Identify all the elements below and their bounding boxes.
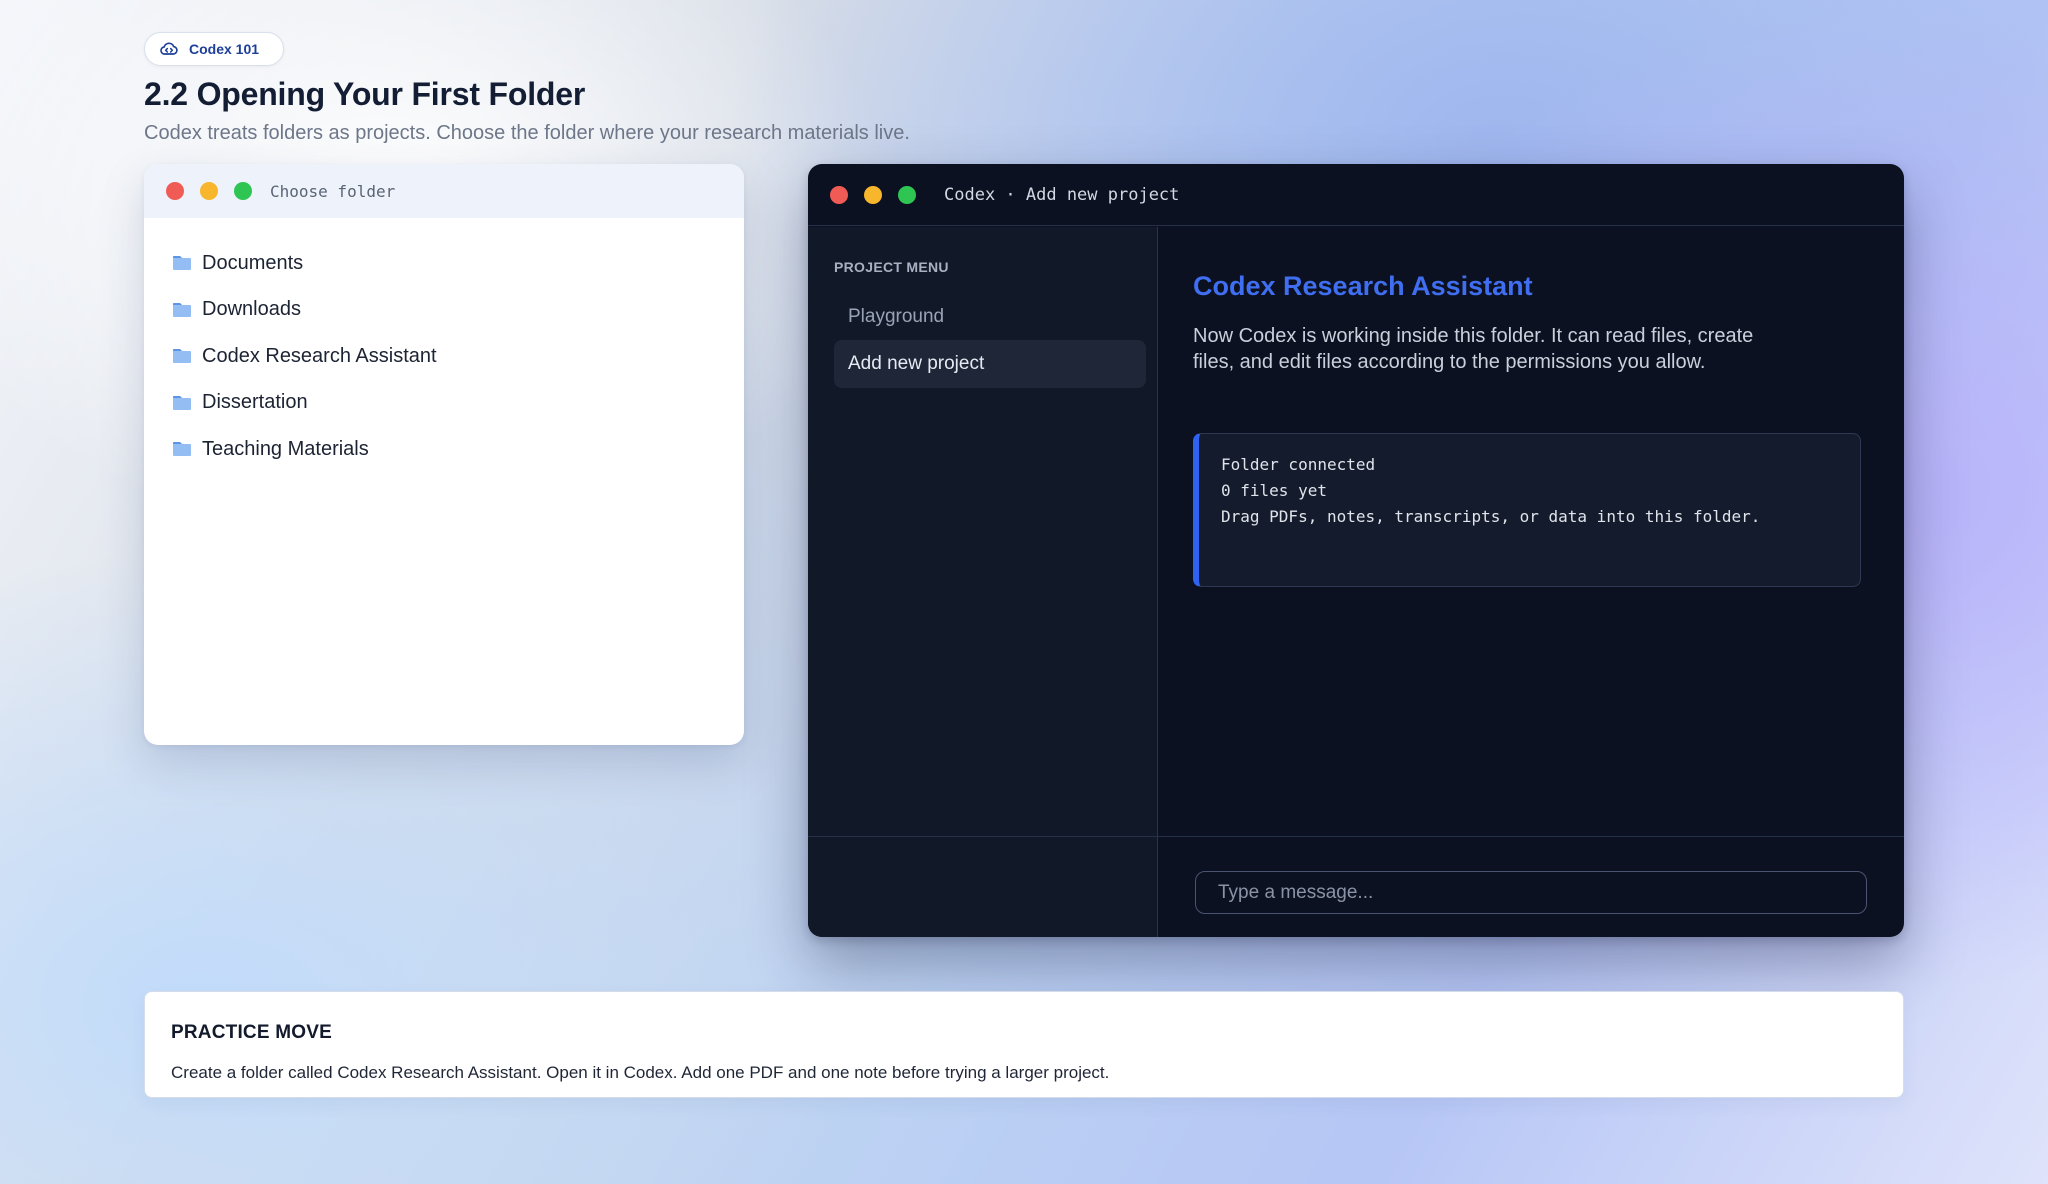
status-line: 0 files yet [1221, 481, 1327, 500]
practice-move-card: PRACTICE MOVE Create a folder called Cod… [144, 991, 1904, 1098]
choose-folder-title: Choose folder [270, 181, 396, 201]
folder-item-codex-research-assistant[interactable]: Codex Research Assistant [172, 333, 744, 380]
course-badge-label: Codex 101 [189, 41, 260, 57]
practice-text: Create a folder called Codex Research As… [171, 1063, 1110, 1082]
message-input[interactable] [1195, 871, 1867, 914]
choose-folder-window: Choose folder Documents Downloads Codex … [144, 164, 744, 745]
folder-label: Codex Research Assistant [202, 344, 437, 367]
folder-item-dissertation[interactable]: Dissertation [172, 380, 744, 427]
folder-label: Teaching Materials [202, 437, 369, 460]
codex-titlebar: Codex · Add new project [808, 164, 1904, 226]
project-sidebar: PROJECT MENU Playground Add new project [808, 227, 1158, 937]
cloud-code-icon [160, 42, 178, 55]
project-main-panel: Codex Research Assistant Now Codex is wo… [1159, 227, 1904, 836]
folder-item-teaching-materials[interactable]: Teaching Materials [172, 426, 744, 473]
maximize-window-button[interactable] [234, 182, 252, 200]
folder-icon [173, 302, 191, 317]
folder-status-panel: Folder connected 0 files yet Drag PDFs, … [1193, 433, 1861, 587]
folder-label: Documents [202, 251, 304, 274]
folder-icon [173, 395, 191, 410]
page-title: 2.2 Opening Your First Folder [144, 76, 586, 112]
folder-icon [173, 442, 191, 457]
project-title: Codex Research Assistant [1193, 271, 1533, 301]
project-description: Now Codex is working inside this folder.… [1193, 325, 1754, 373]
minimize-window-button[interactable] [864, 185, 882, 204]
project-menu-heading: PROJECT MENU [834, 259, 949, 275]
folder-item-downloads[interactable]: Downloads [172, 287, 744, 334]
close-window-button[interactable] [166, 182, 184, 200]
composer-divider [808, 836, 1904, 837]
folder-label: Downloads [202, 298, 301, 321]
sidebar-item-add-new-project[interactable]: Add new project [834, 340, 1146, 388]
minimize-window-button[interactable] [200, 182, 218, 200]
folder-icon [173, 349, 191, 364]
codex-window: Codex · Add new project PROJECT MENU Pla… [808, 164, 1904, 937]
close-window-button[interactable] [830, 185, 848, 204]
choose-folder-titlebar: Choose folder [144, 164, 744, 218]
folder-item-documents[interactable]: Documents [172, 240, 744, 287]
folder-icon [173, 256, 191, 271]
page-subtitle: Codex treats folders as projects. Choose… [144, 122, 910, 144]
folder-list: Documents Downloads Codex Research Assis… [144, 218, 744, 473]
status-line: Drag PDFs, notes, transcripts, or data i… [1221, 507, 1761, 526]
sidebar-item-playground[interactable]: Playground [834, 293, 1146, 341]
course-badge: Codex 101 [144, 32, 285, 66]
status-line: Folder connected [1221, 455, 1376, 474]
folder-label: Dissertation [202, 391, 308, 414]
practice-heading: PRACTICE MOVE [171, 1022, 332, 1043]
codex-window-title: Codex · Add new project [944, 184, 1180, 205]
maximize-window-button[interactable] [898, 185, 916, 204]
